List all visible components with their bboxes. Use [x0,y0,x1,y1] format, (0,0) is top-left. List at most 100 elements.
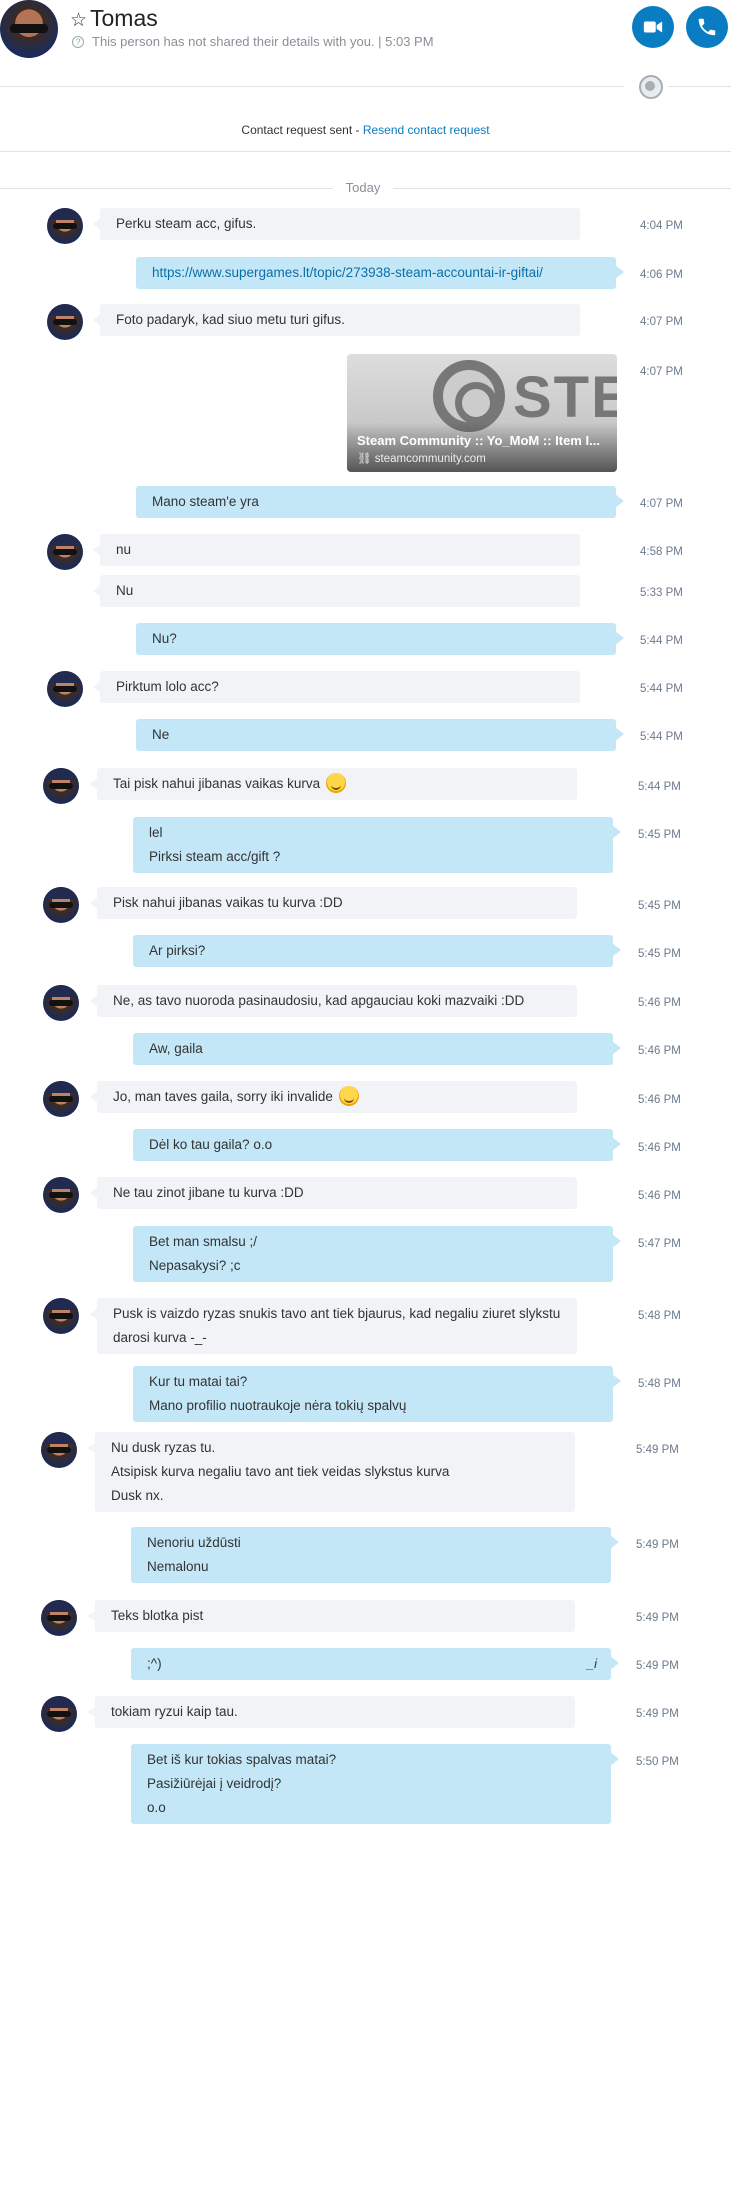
video-call-button[interactable] [632,6,674,48]
message-time: 5:45 PM [638,948,681,960]
message-time: 5:49 PM [636,1444,679,1456]
contact-avatar-small[interactable] [47,534,83,570]
message-bubble-incoming[interactable]: tokiam ryzui kaip tau. [88,1696,575,1728]
message-time: 4:06 PM [640,269,683,281]
message-bubble-incoming[interactable]: Perku steam acc, gifus. [93,208,580,240]
message-bubble-incoming[interactable]: Nu dusk ryzas tu. Atsipisk kurva negaliu… [88,1432,575,1512]
message-line: Nenoriu uždūsti [147,1535,241,1550]
message-bubble-outgoing[interactable]: Aw, gaila [133,1033,621,1065]
contact-avatar-small[interactable] [41,1432,77,1468]
globe-icon[interactable] [639,75,663,99]
message-line: Nu dusk ryzas tu. [111,1440,216,1455]
favorite-star-icon[interactable]: ☆ [70,9,87,32]
message-line: Mano profilio nuotraukoje nėra tokių spa… [149,1398,407,1413]
message-line: Dusk nx. [111,1488,164,1503]
message-text: Foto padaryk, kad siuo metu turi gifus. [116,312,345,327]
message-bubble-incoming[interactable]: Pisk nahui jibanas vaikas tu kurva :DD [90,887,577,919]
message-bubble-incoming[interactable]: Ne tau zinot jibane tu kurva :DD [90,1177,577,1209]
message-bubble-incoming[interactable]: Nu [93,575,580,607]
message-bubble-outgoing[interactable]: Ar pirksi? [133,935,621,967]
message-bubble-outgoing[interactable]: Kur tu matai tai? Mano profilio nuotrauk… [133,1366,621,1422]
message-bubble-outgoing[interactable]: lel Pirksi steam acc/gift ? [133,817,621,873]
message-link[interactable]: https://www.supergames.lt/topic/273938-s… [152,265,543,280]
contact-avatar-small[interactable] [47,208,83,244]
message-line: Nemalonu [147,1559,209,1574]
message-line: Nepasakysi? ;c [149,1258,241,1273]
message-text: Nu? [152,631,177,646]
message-time: 5:46 PM [638,1142,681,1154]
resend-contact-request-link[interactable]: Resend contact request [363,123,490,137]
contact-status: ? This person has not shared their detail… [72,34,434,49]
smile-emoji-icon [338,1086,359,1106]
message-text: nu [116,542,132,557]
message-text: ;^) [147,1656,162,1671]
info-icon: ? [72,36,84,48]
message-text: Jo, man taves gaila, sorry iki invalide [113,1089,333,1104]
message-time: 5:49 PM [636,1539,679,1551]
message-time: 5:49 PM [636,1708,679,1720]
message-bubble-incoming[interactable]: nu [93,534,580,566]
message-line: lel [149,825,163,840]
message-time: 5:49 PM [636,1660,679,1672]
message-line: Bet iš kur tokias spalvas matai? [147,1752,337,1767]
message-bubble-outgoing[interactable]: Dėl ko tau gaila? o.o [133,1129,621,1161]
message-bubble-outgoing[interactable]: Nenoriu uždūsti Nemalonu [131,1527,619,1583]
message-bubble-outgoing[interactable]: ;^) _i [131,1648,619,1680]
message-time: 5:33 PM [640,587,683,599]
contact-status-text: This person has not shared their details… [92,34,434,49]
message-bubble-outgoing[interactable]: Bet iš kur tokias spalvas matai? Pasižiū… [131,1744,619,1824]
message-time: 5:46 PM [638,1190,681,1202]
message-line: Bet man smalsu ;/ [149,1234,258,1249]
message-line: Pasižiūrėjai į veidrodį? [147,1776,282,1791]
message-time: 5:44 PM [640,635,683,647]
audio-call-button[interactable] [686,6,728,48]
message-bubble-outgoing[interactable]: Mano steam'e yra [136,486,624,518]
message-text: Pisk nahui jibanas vaikas tu kurva :DD [113,895,343,910]
message-line: o.o [147,1800,166,1815]
message-line: Atsipisk kurva negaliu tavo ant tiek vei… [111,1464,450,1479]
smile-emoji-icon [325,773,346,793]
message-bubble-outgoing[interactable]: Ne [136,719,624,751]
message-time: 5:49 PM [636,1612,679,1624]
contact-avatar-small[interactable] [43,1177,79,1213]
message-text: Ne [152,727,170,742]
header-divider-right [668,86,731,87]
message-bubble-incoming[interactable]: Jo, man taves gaila, sorry iki invalide [90,1081,577,1113]
phone-icon [698,18,716,36]
contact-avatar-small[interactable] [43,1081,79,1117]
message-text: Perku steam acc, gifus. [116,216,257,231]
message-bubble-incoming[interactable]: Pusk is vaizdo ryzas snukis tavo ant tie… [90,1298,577,1354]
contact-avatar-small[interactable] [43,887,79,923]
message-bubble-incoming[interactable]: Pirktum lolo acc? [93,671,580,703]
contact-avatar-small[interactable] [47,304,83,340]
message-bubble-incoming[interactable]: Foto padaryk, kad siuo metu turi gifus. [93,304,580,336]
message-bubble-outgoing[interactable]: Bet man smalsu ;/ Nepasakysi? ;c [133,1226,621,1282]
message-text: Aw, gaila [149,1041,203,1056]
card-logo-text: STE [513,365,617,430]
edited-pencil-icon: _i [586,1656,597,1671]
message-line: Pusk is vaizdo ryzas snukis tavo ant tie… [113,1306,561,1321]
contact-avatar-small[interactable] [47,671,83,707]
contact-avatar-small[interactable] [41,1600,77,1636]
link-preview-card[interactable]: STE Steam Community :: Yo_MoM :: Item I.… [347,354,617,472]
contact-avatar-small[interactable] [43,1298,79,1334]
message-time: 5:50 PM [636,1756,679,1768]
message-line: Kur tu matai tai? [149,1374,248,1389]
contact-avatar-small[interactable] [43,985,79,1021]
message-time: 5:46 PM [638,1045,681,1057]
message-bubble-outgoing[interactable]: Nu? [136,623,624,655]
contact-avatar[interactable] [0,0,58,58]
contact-avatar-small[interactable] [41,1696,77,1732]
contact-name[interactable]: Tomas [90,5,158,32]
message-time: 5:44 PM [640,683,683,695]
contact-avatar-small[interactable] [43,768,79,804]
message-time: 5:44 PM [640,731,683,743]
message-bubble-incoming[interactable]: Ne, as tavo nuoroda pasinaudosiu, kad ap… [90,985,577,1017]
message-time: 5:48 PM [638,1310,681,1322]
message-time: 4:07 PM [640,366,683,378]
message-bubble-outgoing[interactable]: https://www.supergames.lt/topic/273938-s… [136,257,624,289]
message-bubble-incoming[interactable]: Teks blotka pist [88,1600,575,1632]
link-icon: ⛓ [357,453,375,465]
message-bubble-incoming[interactable]: Tai pisk nahui jibanas vaikas kurva [90,768,577,800]
contact-request-notice: Contact request sent - Resend contact re… [0,123,731,137]
